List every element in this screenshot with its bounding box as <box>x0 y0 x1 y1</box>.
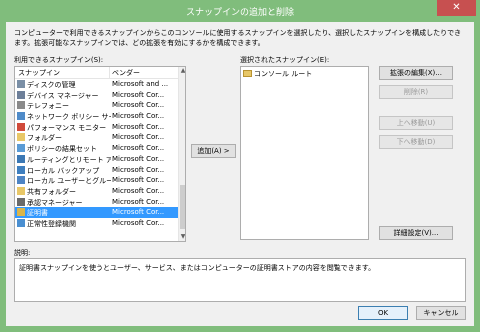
snapin-row[interactable]: 承認マネージャー Microsoft Cor... <box>15 197 178 208</box>
snapin-name: 証明書 <box>27 208 111 218</box>
vertical-scrollbar[interactable]: ▲ ▼ <box>178 67 185 241</box>
snapin-name: ディスクの管理 <box>27 81 76 89</box>
authorization-icon <box>17 197 25 206</box>
snapin-vendor: Microsoft Cor... <box>112 90 165 99</box>
snapin-row[interactable]: ローカル バックアップ Microsoft Cor... <box>15 165 178 176</box>
folder-icon <box>243 70 252 77</box>
snapin-name: 承認マネージャー <box>27 198 83 207</box>
selected-snapins-label: 選択されたスナップイン(E): <box>240 56 330 64</box>
users-icon <box>17 176 25 185</box>
snapin-name: 共有フォルダー <box>27 187 76 196</box>
snapin-vendor: Microsoft Cor... <box>112 197 165 206</box>
available-snapins-label: 利用できるスナップイン(S): <box>14 56 104 64</box>
snapin-name: フォルダー <box>27 134 62 143</box>
scrollbar-thumb[interactable] <box>180 185 185 229</box>
snapin-row[interactable]: フォルダー Microsoft Cor... <box>15 132 178 143</box>
snapin-name: ネットワーク ポリシー サー... <box>27 113 111 122</box>
console-root-node[interactable]: コンソール ルート <box>243 69 312 79</box>
title-bar[interactable]: スナップインの追加と削除 ✕ <box>0 0 480 22</box>
scroll-down-arrow-icon[interactable]: ▼ <box>179 233 185 241</box>
shared-folder-icon <box>17 186 25 195</box>
add-button[interactable]: 追加(A) > <box>191 144 236 158</box>
snapin-vendor: Microsoft Cor... <box>112 112 165 121</box>
snapin-name: ルーティングとリモート アク... <box>27 155 111 164</box>
snapin-row[interactable]: ネットワーク ポリシー サー...Microsoft Cor... <box>15 111 178 122</box>
column-separator[interactable] <box>109 67 110 79</box>
snapin-name: ローカル バックアップ <box>27 166 100 175</box>
certificate-icon <box>17 208 25 217</box>
window-title: スナップインの追加と削除 <box>185 8 294 18</box>
snapin-vendor: Microsoft Cor... <box>112 218 165 227</box>
snapin-row[interactable]: 共有フォルダー Microsoft Cor... <box>15 186 178 197</box>
snapin-name: パフォーマンス モニター <box>27 123 107 132</box>
device-manager-icon <box>17 90 25 99</box>
column-header-vendor[interactable]: ベンダー <box>112 68 140 78</box>
add-remove-snapins-dialog: スナップインの追加と削除 ✕ コンピューターで利用できるスナップインからこのコン… <box>0 0 480 332</box>
snapin-row[interactable]: パフォーマンス モニター Microsoft Cor... <box>15 122 178 133</box>
console-root-label: コンソール ルート <box>254 70 313 78</box>
available-snapins-list[interactable]: スナップイン ベンダー ディスクの管理 Microsoft and ... デバイス… <box>14 66 186 242</box>
snapin-row[interactable]: ルーティングとリモート アク...Microsoft Cor... <box>15 154 178 165</box>
snapin-row[interactable]: ポリシーの結果セット Microsoft Cor... <box>15 143 178 154</box>
snapin-rows: ディスクの管理 Microsoft and ... デバイス マネージャー Micro… <box>15 79 178 229</box>
snapin-row[interactable]: デバイス マネージャー Microsoft Cor... <box>15 90 178 101</box>
disk-icon <box>17 80 25 88</box>
snapin-vendor: Microsoft Cor... <box>112 165 165 174</box>
snapin-name: テレフォニー <box>27 102 69 111</box>
telephony-icon <box>17 101 25 110</box>
move-up-button[interactable]: 上へ移動(U) <box>379 116 453 130</box>
cancel-button[interactable]: キャンセル <box>416 306 466 320</box>
ok-button[interactable]: OK <box>358 306 408 320</box>
explanation-box: 証明書スナップインを使うとユーザー、サービス、またはコンピューターの証明書ストア… <box>14 258 466 302</box>
snapin-vendor: Microsoft Cor... <box>112 186 165 195</box>
snapin-row[interactable]: ローカル ユーザーとグループ Microsoft Cor... <box>15 175 178 186</box>
snapin-name: 正常性登録機関 <box>27 219 76 228</box>
explanation-text: 証明書スナップインを使うとユーザー、サービス、またはコンピューターの証明書ストア… <box>19 264 376 272</box>
dialog-description: コンピューターで利用できるスナップインからこのコンソールに使用するスナップインを… <box>14 29 462 47</box>
network-policy-icon <box>17 112 25 121</box>
backup-icon <box>17 165 25 174</box>
move-down-button[interactable]: 下へ移動(D) <box>379 135 453 149</box>
routing-icon <box>17 154 25 163</box>
column-header-snapin[interactable]: スナップイン <box>18 68 60 78</box>
snapin-vendor: Microsoft Cor... <box>112 122 165 131</box>
advanced-button[interactable]: 詳細設定(V)... <box>379 226 453 240</box>
snapin-vendor: Microsoft Cor... <box>112 176 165 185</box>
performance-icon <box>17 122 25 131</box>
snapin-row[interactable]: テレフォニー Microsoft Cor... <box>15 100 178 111</box>
list-header: スナップイン ベンダー <box>15 67 178 79</box>
snapin-vendor: Microsoft Cor... <box>112 208 165 217</box>
snapin-vendor: Microsoft Cor... <box>112 133 165 142</box>
snapin-row[interactable]: 正常性登録機関 Microsoft Cor... <box>15 218 178 229</box>
folder-icon <box>17 133 25 142</box>
explanation-label: 説明: <box>14 249 31 257</box>
snapin-name: ローカル ユーザーとグループ <box>27 177 111 186</box>
dialog-body: コンピューターで利用できるスナップインからこのコンソールに使用するスナップインを… <box>6 22 474 326</box>
scroll-up-arrow-icon[interactable]: ▲ <box>179 67 185 75</box>
health-icon <box>17 218 25 227</box>
snapin-vendor: Microsoft Cor... <box>112 101 165 110</box>
snapin-name: ポリシーの結果セット <box>27 145 97 154</box>
edit-extensions-button[interactable]: 拡張の編集(X)... <box>379 66 453 80</box>
snapin-row[interactable]: ディスクの管理 Microsoft and ... <box>15 79 178 90</box>
remove-button[interactable]: 削除(R) <box>379 85 453 99</box>
snapin-vendor: Microsoft and ... <box>112 80 169 88</box>
snapin-vendor: Microsoft Cor... <box>112 154 165 163</box>
snapin-vendor: Microsoft Cor... <box>112 144 165 153</box>
snapin-name: デバイス マネージャー <box>27 91 99 100</box>
policy-result-icon <box>17 144 25 153</box>
selected-snapins-tree[interactable]: コンソール ルート <box>240 66 369 240</box>
close-button[interactable]: ✕ <box>437 0 476 16</box>
snapin-row[interactable]: 証明書 Microsoft Cor... <box>15 207 178 218</box>
